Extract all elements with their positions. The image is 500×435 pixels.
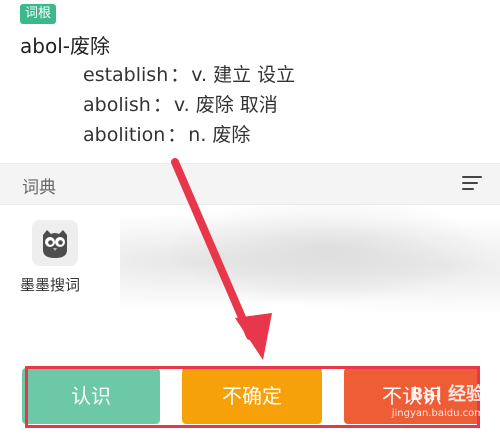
derivative-word: abolition xyxy=(83,124,166,146)
derivative-colon: ： xyxy=(167,124,187,146)
root-tag-badge: 词根 xyxy=(20,4,57,24)
menu-lines-icon[interactable] xyxy=(462,176,482,192)
dictionary-title: 词典 xyxy=(22,178,56,198)
blurred-content xyxy=(120,204,500,319)
watermark: Bai 经验 jingyan.baidu.com xyxy=(392,385,484,421)
derivative-colon: ： xyxy=(170,64,190,86)
app-label: 墨墨搜词 xyxy=(20,276,81,294)
dictionary-header: 词典 xyxy=(0,163,500,205)
derivative-meaning: v. 废除 取消 xyxy=(173,94,278,116)
derivative-list: establish： v. 建立 设立 abolish： v. 废除 取消 abol… xyxy=(83,60,295,150)
watermark-logo: Bai 经验 xyxy=(409,384,484,405)
derivative-colon: ： xyxy=(152,94,172,116)
derivative-word: establish xyxy=(83,64,169,86)
derivative-word: abolish xyxy=(83,94,151,116)
dictionary-content: 墨墨搜词 xyxy=(0,204,500,364)
root-word: abol-废除 xyxy=(20,34,110,58)
derivative-meaning: n. 废除 xyxy=(188,124,251,146)
derivative-item[interactable]: establish： v. 建立 设立 xyxy=(83,60,295,90)
derivative-meaning: v. 建立 设立 xyxy=(191,64,296,86)
derivative-item[interactable]: abolition： n. 废除 xyxy=(83,120,295,150)
watermark-url: jingyan.baidu.com xyxy=(391,408,484,419)
derivative-item[interactable]: abolish： v. 废除 取消 xyxy=(83,90,295,120)
owl-icon[interactable] xyxy=(32,220,78,266)
